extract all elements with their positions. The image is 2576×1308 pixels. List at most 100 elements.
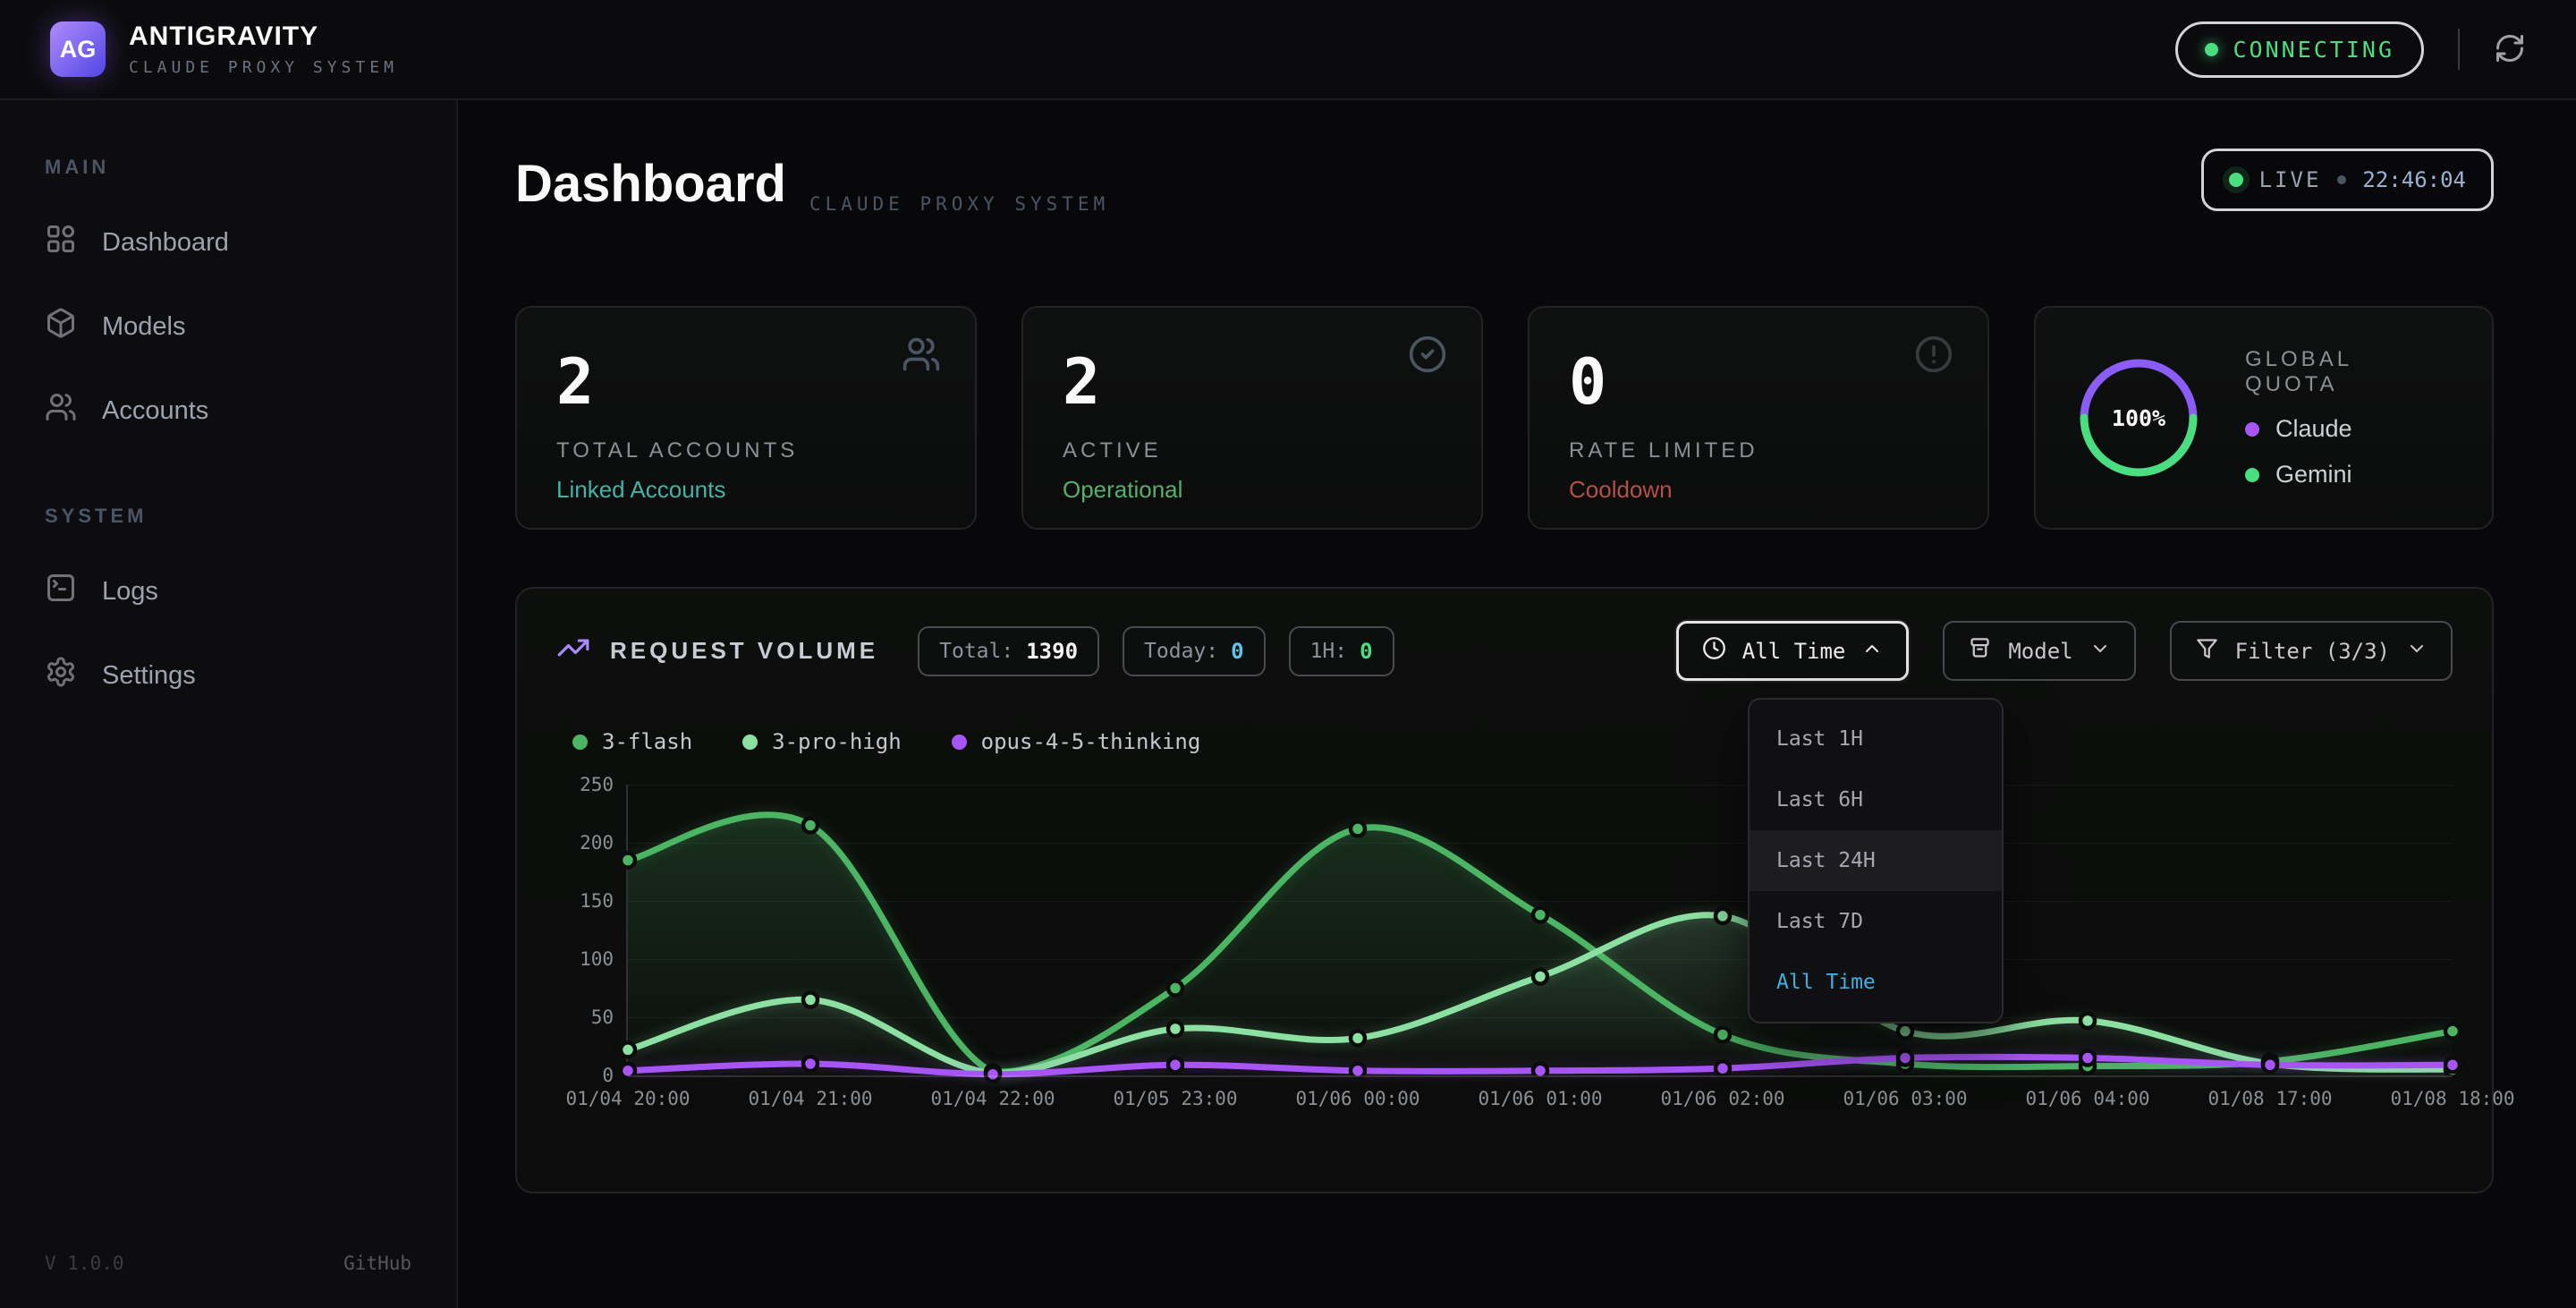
status-text: CONNECTING (2233, 37, 2394, 63)
stat-card-rate-limited: 0 RATE LIMITED Cooldown (1528, 306, 1989, 530)
gridline (628, 959, 2453, 960)
x-tick-label: 01/08 17:00 (2207, 1088, 2332, 1109)
legend-item[interactable]: opus-4-5-thinking (952, 729, 1201, 754)
sidebar-item-logs[interactable]: Logs (0, 549, 456, 633)
chart-y-axis: 050100150200250 (556, 785, 614, 1075)
quota-entry-claude: Claude (2245, 415, 2453, 443)
quota-ring: 100% (2073, 352, 2204, 483)
page-subtitle: CLAUDE PROXY SYSTEM (809, 193, 1109, 215)
chevron-down-icon (2406, 638, 2428, 665)
menu-item-last-24h[interactable]: Last 24H (1750, 830, 2002, 891)
sidebar-item-settings[interactable]: Settings (0, 633, 456, 718)
stat-value: 2 (556, 351, 936, 413)
gridline (628, 901, 2453, 902)
stat-card-total-accounts: 2 TOTAL ACCOUNTS Linked Accounts (515, 306, 977, 530)
funnel-icon (2195, 636, 2219, 666)
status-dot-icon (2205, 43, 2218, 56)
y-tick-label: 0 (602, 1065, 614, 1086)
gridline (628, 1075, 2453, 1077)
time-range-menu: Last 1H Last 6H Last 24H Last 7D All Tim… (1748, 698, 2004, 1023)
x-tick-label: 01/06 00:00 (1295, 1088, 1419, 1109)
legend-item[interactable]: 3-pro-high (742, 729, 902, 754)
users-icon (45, 391, 77, 430)
stat-sub: Linked Accounts (556, 476, 936, 504)
legend-item[interactable]: 3-flash (572, 729, 692, 754)
quota-label: GLOBAL QUOTA (2245, 347, 2453, 397)
total-badge: Total:1390 (918, 626, 1099, 676)
claude-dot-icon (2245, 422, 2259, 437)
stat-label: TOTAL ACCOUNTS (556, 438, 936, 463)
hour-badge: 1H:0 (1289, 626, 1394, 676)
refresh-button[interactable] (2494, 32, 2526, 67)
app-logo: AG (50, 21, 106, 77)
quota-percent: 100% (2073, 352, 2204, 483)
sidebar-item-label: Logs (102, 577, 158, 607)
sidebar-section-main: MAIN (0, 156, 456, 179)
chevron-up-icon (1861, 638, 1883, 665)
main-content: Dashboard CLAUDE PROXY SYSTEM LIVE 22:46… (458, 100, 2576, 1308)
x-tick-label: 01/06 04:00 (2025, 1088, 2149, 1109)
x-tick-label: 01/04 22:00 (930, 1088, 1055, 1109)
x-tick-label: 01/06 03:00 (1843, 1088, 1967, 1109)
stat-value: 2 (1063, 351, 1442, 413)
gemini-dot-icon (2245, 468, 2259, 482)
menu-item-last-6h[interactable]: Last 6H (1750, 769, 2002, 830)
live-time: 22:46:04 (2362, 167, 2466, 192)
sidebar-item-label: Models (102, 312, 186, 342)
y-tick-label: 250 (580, 774, 614, 795)
users-icon (902, 335, 941, 378)
legend-dot-icon (742, 735, 758, 750)
menu-item-last-1h[interactable]: Last 1H (1750, 709, 2002, 769)
stat-card-global-quota: 100% GLOBAL QUOTA Claude Gemini (2034, 306, 2494, 530)
sidebar-item-models[interactable]: Models (0, 285, 456, 369)
filter-button[interactable]: Filter (3/3) (2170, 621, 2453, 681)
app-subtitle: CLAUDE PROXY SYSTEM (129, 58, 398, 77)
chart-legend: 3-flash 3-pro-high opus-4-5-thinking (572, 729, 2453, 754)
gear-icon (45, 656, 77, 695)
stat-value: 0 (1569, 351, 1948, 413)
stat-sub: Operational (1063, 476, 1442, 504)
app-version: V 1.0.0 (45, 1253, 124, 1274)
chart-title: REQUEST VOLUME (610, 637, 878, 665)
live-badge: LIVE 22:46:04 (2201, 149, 2494, 211)
y-tick-label: 150 (580, 890, 614, 912)
separator-dot-icon (2337, 175, 2346, 184)
sidebar-item-dashboard[interactable]: Dashboard (0, 200, 456, 285)
x-tick-label: 01/06 01:00 (1478, 1088, 1602, 1109)
menu-item-last-7d[interactable]: Last 7D (1750, 891, 2002, 952)
x-tick-label: 01/04 20:00 (565, 1088, 690, 1109)
github-link[interactable]: GitHub (343, 1253, 411, 1274)
legend-dot-icon (952, 735, 967, 750)
app-title: ANTIGRAVITY (129, 21, 398, 52)
x-tick-label: 01/05 23:00 (1113, 1088, 1237, 1109)
menu-item-all-time[interactable]: All Time (1750, 952, 2002, 1013)
connection-status-badge: CONNECTING (2175, 21, 2424, 78)
sidebar: MAIN Dashboard Models Accounts SYSTEM Lo… (0, 100, 458, 1308)
time-range-button[interactable]: All Time (1676, 621, 1910, 681)
request-volume-panel: REQUEST VOLUME Total:1390 Today:0 1H:0 A… (515, 587, 2494, 1193)
legend-dot-icon (572, 735, 588, 750)
sidebar-item-label: Dashboard (102, 228, 229, 258)
gridline (628, 843, 2453, 844)
stat-label: ACTIVE (1063, 438, 1442, 463)
model-filter-button[interactable]: Model (1943, 621, 2135, 681)
y-tick-label: 200 (580, 832, 614, 854)
sidebar-item-label: Settings (102, 661, 196, 691)
x-tick-label: 01/06 02:00 (1660, 1088, 1784, 1109)
grid-icon (45, 223, 77, 262)
sidebar-item-label: Accounts (102, 396, 208, 426)
alert-circle-icon (1914, 335, 1953, 378)
sidebar-section-system: SYSTEM (0, 505, 456, 528)
page-title: Dashboard (515, 154, 786, 214)
cube-icon (45, 307, 77, 346)
live-label: LIVE (2259, 167, 2322, 192)
chart-plot-area[interactable] (626, 785, 2453, 1075)
stat-sub: Cooldown (1569, 476, 1948, 504)
terminal-icon (45, 572, 77, 611)
stat-label: RATE LIMITED (1569, 438, 1948, 463)
chart-x-axis: 01/04 20:0001/04 21:0001/04 22:0001/05 2… (628, 1088, 2453, 1127)
header-divider (2458, 29, 2460, 70)
chevron-down-icon (2089, 638, 2111, 665)
sidebar-item-accounts[interactable]: Accounts (0, 369, 456, 453)
refresh-icon (2494, 32, 2526, 67)
